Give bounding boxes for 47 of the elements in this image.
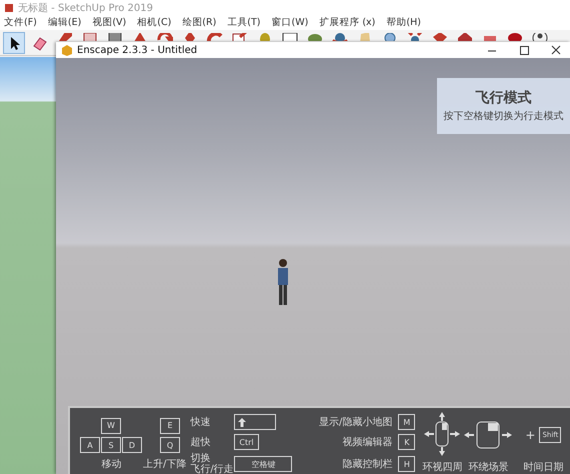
cube-logo-icon (61, 44, 73, 56)
orbit-label: 环绕场景 (468, 460, 508, 474)
mouse-arrows-icon (464, 420, 512, 450)
menu-item[interactable]: 相机(C) (137, 16, 172, 29)
control-label: 超快 (190, 436, 212, 448)
control-label: 切换 (190, 453, 212, 464)
menu-item[interactable]: 文件(F) (4, 16, 37, 29)
menu-item[interactable]: 扩展程序 (x) (319, 16, 376, 29)
key-cap: S (101, 437, 121, 453)
menu-item[interactable]: 绘图(R) (182, 16, 216, 29)
menu-item[interactable]: 视图(V) (92, 16, 126, 29)
menu-item[interactable]: 工具(T) (227, 16, 261, 29)
maximize-icon (518, 44, 530, 56)
key-cap: M (398, 414, 416, 430)
control-label: 隐藏控制栏 (341, 458, 394, 471)
window-title: 无标题 - SketchUp Pro 2019 (18, 2, 153, 14)
key-cap: Q (160, 437, 180, 453)
follow-icon (205, 33, 223, 41)
rotate-icon (155, 33, 173, 41)
control-label: 视频编辑器 (341, 436, 394, 449)
control-label: 快速 (190, 416, 212, 428)
mouse-arrows-icon (424, 412, 460, 456)
window-title: Enscape 2.3.3 - Untitled (77, 44, 198, 56)
menu-item[interactable]: 帮助(H) (386, 16, 421, 29)
menu-item[interactable]: 编辑(E) (48, 16, 82, 29)
key-cap: H (398, 456, 416, 472)
look-label: 环视四周 (422, 460, 462, 474)
menu-item[interactable]: 窗口(W) (272, 16, 308, 29)
up-down-label: 上升/下降 (143, 458, 186, 471)
key-cap: 空格键 (234, 456, 292, 472)
app-logo-icon (4, 2, 14, 12)
move-label: 移动 (102, 458, 122, 471)
key-cap: E (160, 418, 180, 434)
mode-hint: 按下空格键切换为行走模式 (444, 110, 564, 123)
time-label: 时间日期 (523, 460, 564, 474)
close-icon (550, 44, 562, 56)
key-cap: A (80, 437, 100, 453)
key-cap: K (398, 434, 416, 450)
control-label: 飞行/行走 (190, 464, 234, 474)
key-cap: D (122, 437, 142, 453)
control-label: 显示/隐藏小地图 (318, 416, 394, 429)
key-cap: Ctrl (234, 434, 259, 450)
up-arrow-icon (238, 418, 246, 426)
toolbar-button[interactable] (3, 32, 25, 54)
plus-sign: + (525, 428, 536, 442)
key-cap: W (101, 418, 121, 434)
mode-title: 飞行模式 (476, 89, 532, 107)
